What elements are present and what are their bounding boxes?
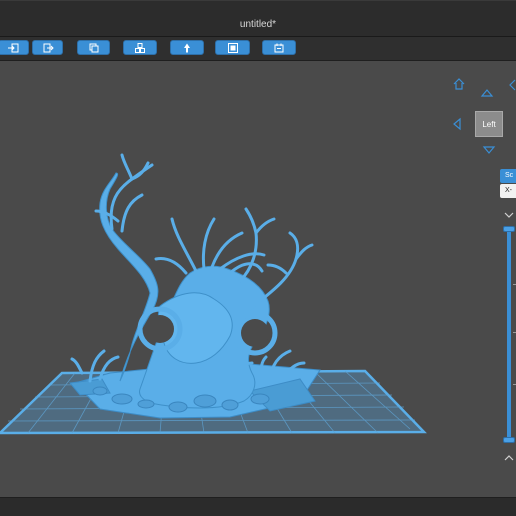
home-view-icon[interactable] [452,77,466,91]
window-title: untitled* [239,19,277,30]
model-scene[interactable] [0,61,516,497]
layer-slider-track[interactable] [507,228,511,441]
copy-button[interactable] [77,40,110,55]
chevron-up-icon[interactable] [504,454,514,462]
import-button[interactable] [0,40,29,55]
view-cube-face[interactable]: Left [475,111,503,137]
layer-view-button[interactable] [215,40,250,55]
file-export-icon [43,43,54,52]
rotate-down-icon[interactable] [482,145,496,155]
rotate-up-icon[interactable] [480,88,494,98]
status-bar [0,497,516,516]
rotate-left-icon[interactable] [452,117,462,131]
supports-button[interactable] [170,40,204,55]
app-window: untitled* Left Sc X- [0,0,516,516]
toolbar [0,37,516,61]
scale-button[interactable]: Sc [500,169,516,183]
layer-slider-top-handle[interactable] [503,226,515,232]
support-tree-icon [184,43,190,52]
file-import-icon [7,43,18,52]
slice-icon [274,43,284,52]
copy-icon [89,43,98,52]
layer-square-icon [227,42,238,53]
slice-button[interactable] [262,40,296,55]
export-button[interactable] [32,40,63,55]
3d-viewport[interactable] [0,61,516,497]
arrange-button[interactable] [123,40,157,55]
title-bar: untitled* [0,0,516,37]
layer-slider-bottom-handle[interactable] [503,437,515,443]
arrange-icon [135,42,145,53]
axis-field[interactable]: X- [500,184,516,198]
chevron-down-icon[interactable] [504,211,514,219]
rotate-right-icon[interactable] [508,79,516,91]
